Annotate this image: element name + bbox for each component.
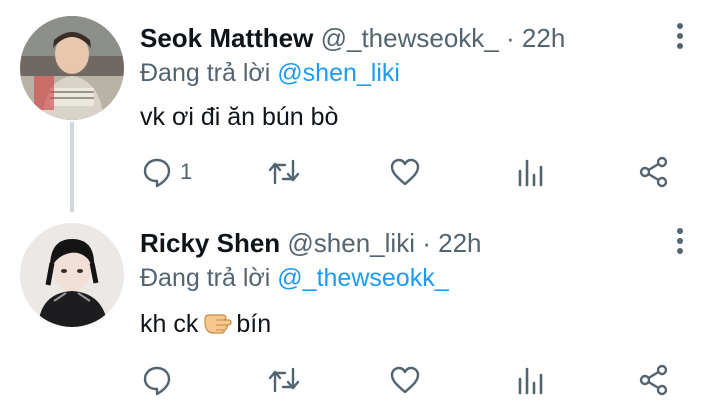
tweet-text-after: bín [236, 310, 272, 338]
tweet[interactable]: Seok Matthew @_thewseokk_ · 22h Đang trả… [0, 0, 720, 212]
tweet-actions [0, 360, 720, 400]
author-name[interactable]: Ricky Shen [140, 228, 280, 258]
retweet-icon [266, 155, 302, 189]
separator: · [506, 23, 515, 53]
avatar[interactable] [20, 16, 124, 120]
author-handle[interactable]: @_thewseokk_ [321, 23, 499, 53]
reply-button[interactable]: 1 [140, 152, 192, 192]
pointing-hand-emoji [202, 307, 232, 345]
retweet-button[interactable] [266, 152, 302, 192]
replying-to: Đang trả lời @_thewseokk_ [140, 262, 449, 294]
heart-icon [388, 155, 422, 189]
avatar[interactable] [20, 223, 124, 327]
tweet-header: Seok Matthew @_thewseokk_ · 22h [140, 22, 660, 54]
reply-icon [140, 363, 174, 397]
like-button[interactable] [388, 152, 422, 192]
timestamp[interactable]: 22h [522, 23, 565, 53]
share-button[interactable] [638, 360, 670, 400]
reply-button[interactable] [140, 360, 180, 400]
separator: · [422, 228, 431, 258]
share-button[interactable] [638, 152, 670, 192]
replying-mention[interactable]: @_thewseokk_ [277, 264, 448, 292]
timestamp[interactable]: 22h [438, 228, 481, 258]
retweet-icon [266, 363, 302, 397]
replying-prefix: Đang trả lời [140, 264, 271, 292]
tweet-text: kh ck bín [140, 307, 271, 345]
views-icon [516, 155, 546, 189]
replying-to: Đang trả lời @shen_liki [140, 57, 400, 89]
share-icon [638, 155, 670, 189]
author-name[interactable]: Seok Matthew [140, 23, 313, 53]
tweet-text-before: kh ck [140, 310, 199, 338]
author-handle[interactable]: @shen_liki [287, 228, 415, 258]
heart-icon [388, 363, 422, 397]
tweet-actions: 1 [0, 152, 720, 192]
tweet-header: Ricky Shen @shen_liki · 22h [140, 227, 660, 259]
tweet-text: vk ơi đi ăn bún bò [140, 103, 339, 131]
views-icon [516, 363, 546, 397]
replying-mention[interactable]: @shen_liki [277, 59, 400, 87]
views-button[interactable] [516, 152, 546, 192]
reply-icon [140, 155, 174, 189]
tweet[interactable]: Ricky Shen @shen_liki · 22h Đang trả lời… [0, 205, 720, 411]
more-options-icon[interactable] [676, 22, 684, 50]
retweet-button[interactable] [266, 360, 302, 400]
replying-prefix: Đang trả lời [140, 59, 271, 87]
like-button[interactable] [388, 360, 422, 400]
reply-count: 1 [180, 159, 193, 184]
more-options-icon[interactable] [676, 227, 684, 255]
share-icon [638, 363, 670, 397]
views-button[interactable] [516, 360, 546, 400]
